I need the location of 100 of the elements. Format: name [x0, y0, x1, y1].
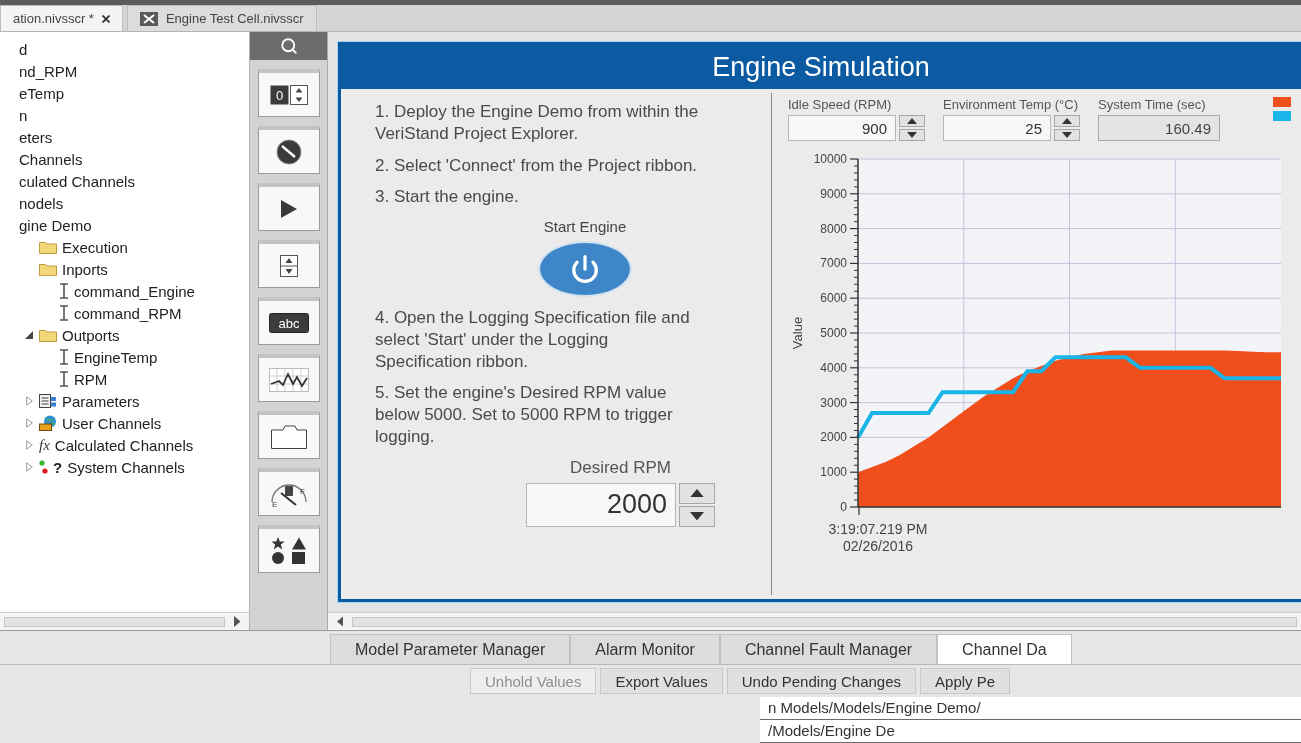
increment-button[interactable]	[679, 482, 715, 504]
tree-item[interactable]: command_Engine	[74, 282, 195, 300]
palette-tile[interactable]	[257, 411, 320, 459]
down-triangle-icon	[690, 511, 704, 521]
action-button[interactable]: Undo Pending Changes	[726, 668, 917, 694]
document-tab[interactable]: Engine Test Cell.nivsscr	[126, 5, 317, 31]
tree-item[interactable]: culated Channels	[19, 172, 135, 190]
folder-icon	[39, 328, 57, 342]
left-triangle-icon	[336, 616, 344, 627]
status-dots-icon	[39, 460, 48, 474]
table-cell-text: n Models/Models/Engine Demo/	[767, 698, 982, 718]
up-triangle-icon	[690, 488, 704, 498]
tool-tab[interactable]: Model Parameter Manager	[330, 634, 571, 664]
shapes-icon	[270, 536, 307, 565]
tool-tab[interactable]: Channel Da	[937, 634, 1072, 664]
collapsed-arrow-icon[interactable]	[25, 418, 33, 428]
spinner-icon	[279, 254, 298, 277]
tree-item[interactable]: EngineTemp	[74, 348, 158, 366]
tool-tab[interactable]: Alarm Monitor	[570, 634, 720, 664]
document-tab[interactable]: ation.nivsscr *	[0, 5, 123, 31]
i-beam-icon	[59, 305, 69, 321]
up-triangle-icon	[1062, 118, 1072, 124]
tree-item[interactable]: Parameters	[62, 392, 140, 410]
tree-item[interactable]: eters	[19, 128, 53, 146]
increment-button[interactable]	[899, 115, 925, 127]
y-tick-label: 9000	[820, 186, 847, 201]
palette-tile[interactable]	[257, 525, 320, 573]
numeric-field[interactable]: 2000	[526, 482, 676, 527]
palette-tile[interactable]	[257, 126, 320, 174]
decrement-button[interactable]	[679, 505, 715, 527]
right-triangle-icon	[233, 616, 241, 627]
y-tick-label: 4000	[820, 360, 847, 375]
knob-icon	[275, 138, 302, 165]
i-beam-icon	[59, 283, 69, 299]
i-beam-icon	[59, 371, 69, 387]
close-icon[interactable]	[101, 14, 110, 23]
i-beam-icon	[59, 349, 69, 365]
y-tick-label: 3000	[820, 395, 847, 410]
palette-tile[interactable]: 0	[257, 69, 320, 117]
control-label: Idle Speed (RPM)	[788, 97, 892, 112]
control-label: System Time (sec)	[1098, 97, 1206, 112]
down-triangle-icon	[907, 132, 917, 138]
tree-item[interactable]: gine Demo	[19, 216, 92, 234]
instruction-text: 4. Open the Logging Specification file and select 'Start' under the Logging Specification ribbon.	[375, 307, 691, 373]
instruction-text: 3. Start the engine.	[375, 186, 520, 208]
button-label: Start Engine	[543, 218, 627, 235]
collapsed-arrow-icon[interactable]	[25, 440, 33, 450]
up-triangle-icon	[907, 118, 917, 124]
tree-item[interactable]: nodels	[19, 194, 64, 212]
tree-item[interactable]: d	[19, 40, 28, 58]
search-bar[interactable]	[250, 32, 327, 60]
numeric-field[interactable]: 25	[943, 115, 1051, 141]
increment-button[interactable]	[1054, 115, 1080, 127]
palette-tile[interactable]	[257, 354, 320, 402]
instruction-text: 2. Select 'Connect' from the Project ribbon.	[375, 154, 699, 177]
palette-tile[interactable]	[257, 240, 320, 288]
tree-item[interactable]: nd_RPM	[19, 62, 78, 80]
tree-item[interactable]: RPM	[74, 370, 108, 388]
tree-item[interactable]: System Channels	[67, 458, 185, 476]
decrement-button[interactable]	[1054, 129, 1080, 141]
tree-item[interactable]: User Channels	[62, 414, 162, 432]
y-tick-label: 5000	[820, 326, 847, 340]
tree-item[interactable]: eTemp	[19, 84, 65, 102]
folder-icon	[39, 240, 57, 254]
palette-tile[interactable]: E F	[257, 468, 320, 516]
palette-tile[interactable]: abc	[257, 297, 320, 345]
tool-tab[interactable]: Channel Fault Manager	[719, 634, 938, 664]
tree-item[interactable]: Calculated Channels	[54, 436, 194, 454]
instruction-text: 5. Set the engine's Desired RPM value below 5000. Set to 5000 RPM to trigger logging.	[375, 382, 674, 448]
tree-item[interactable]: Execution	[62, 238, 128, 256]
y-tick-label: 10000	[813, 152, 847, 166]
y-tick-label: 8000	[820, 221, 847, 236]
tree-item[interactable]: n	[19, 106, 28, 124]
palette-tile[interactable]	[257, 183, 320, 231]
tree-item[interactable]: command_RPM	[74, 304, 182, 322]
tree-item[interactable]: Inports	[62, 260, 108, 278]
y-tick-label: 2000	[820, 430, 847, 445]
table-icon	[39, 394, 57, 408]
globe-icon	[39, 415, 57, 431]
numeric-field[interactable]: 900	[788, 115, 896, 141]
tree-item[interactable]: Outports	[62, 326, 120, 344]
collapsed-arrow-icon[interactable]	[25, 396, 33, 406]
instruction-text: 1. Deploy the Engine Demo from within the VeriStand Project Explorer.	[375, 101, 700, 145]
graph-icon	[268, 367, 309, 392]
y-tick-label: 6000	[820, 291, 847, 306]
question-mark-icon: ?	[53, 459, 63, 475]
y-tick-label: 1000	[820, 465, 847, 480]
scrollbar-track[interactable]	[352, 616, 1297, 627]
collapsed-arrow-icon[interactable]	[25, 462, 33, 472]
expanded-arrow-icon[interactable]	[25, 331, 33, 339]
scrollbar-track[interactable]	[4, 616, 225, 627]
tree-item[interactable]: Channels	[19, 150, 83, 168]
panel-title: Engine Simulation	[341, 45, 1301, 89]
y-tick-label: 0	[840, 500, 847, 514]
down-triangle-icon	[1062, 132, 1072, 138]
folder-icon	[39, 262, 57, 276]
decrement-button[interactable]	[899, 129, 925, 141]
action-button[interactable]: Apply Pe	[920, 668, 1011, 694]
folder-tab-icon	[270, 424, 307, 449]
action-button[interactable]: Export Values	[600, 668, 723, 694]
